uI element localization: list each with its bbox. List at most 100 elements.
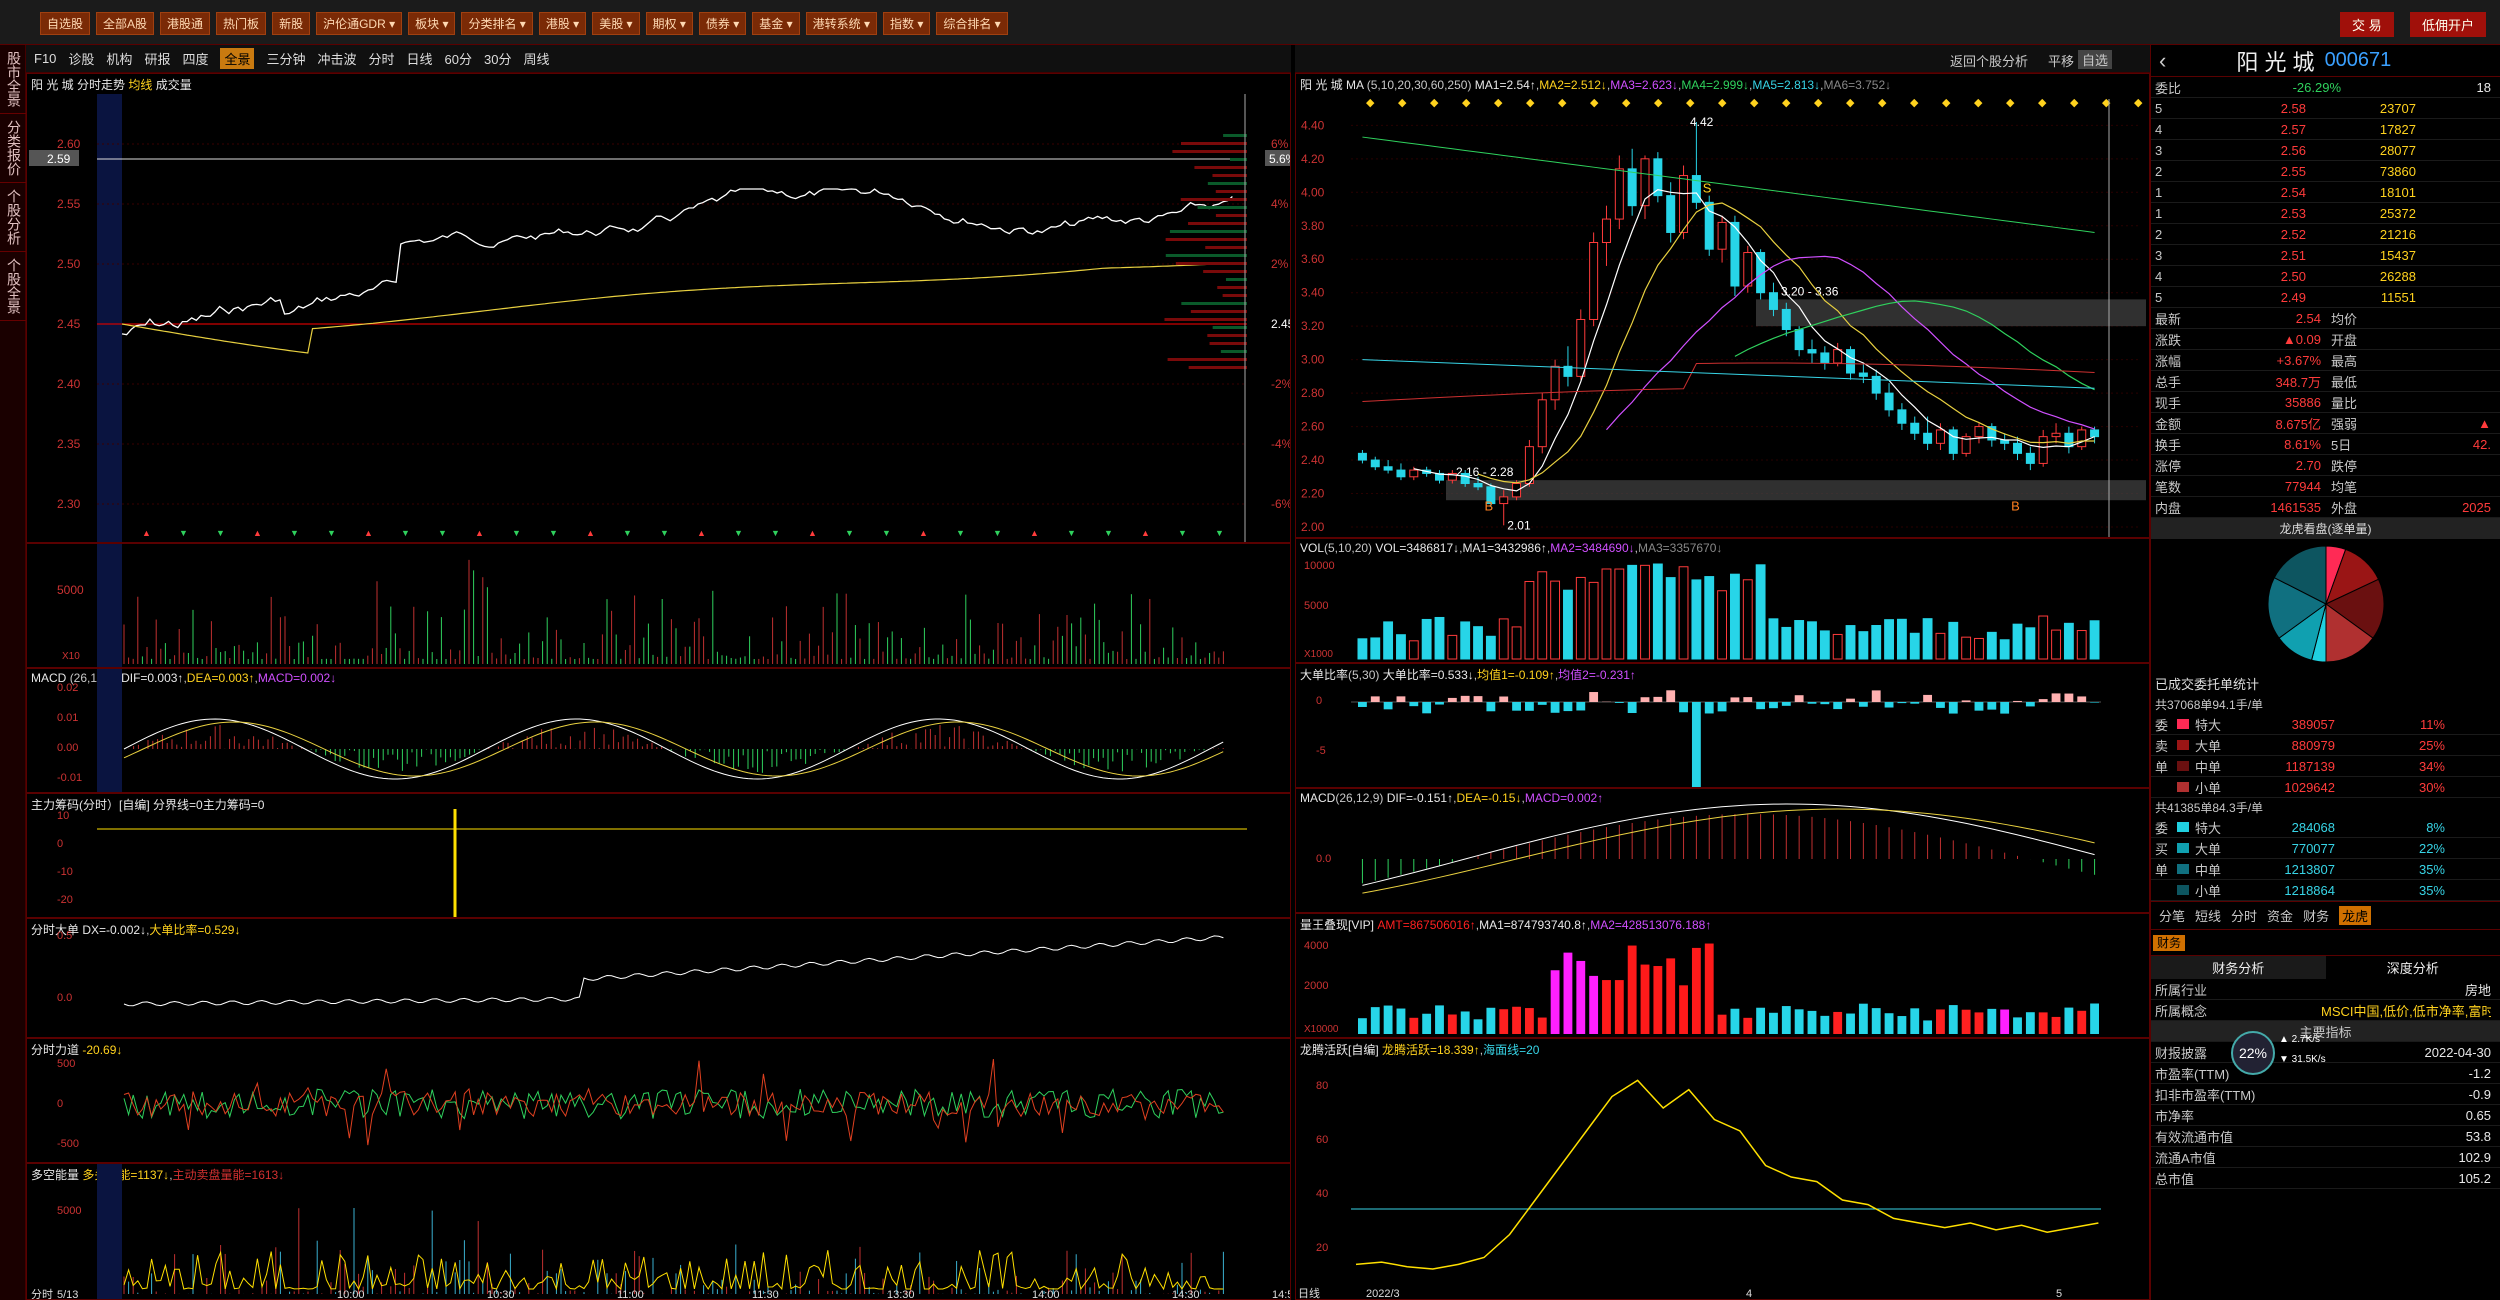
order-level: 1 [2155,205,2163,221]
net-speed-badge[interactable]: 22% [2231,1031,2275,1075]
menu-item[interactable]: 新股 [272,12,311,35]
order-row[interactable]: 1 2.54 18101 [2151,182,2500,203]
open-account-button[interactable]: 低佣开户 [2410,12,2487,37]
signal-marker: ▲ [253,528,262,538]
imacd-dea [123,721,1224,777]
menu-item[interactable]: 基金 ▾ [752,12,800,35]
finance-row: 市盈率(TTM) -1.2 [2151,1063,2500,1084]
menu-item[interactable]: 指数 ▾ [882,12,931,35]
toolbar-item[interactable]: 分时 [369,49,395,68]
menu-item[interactable]: 期权 ▾ [645,12,693,35]
kamt-bar [1614,980,1624,1034]
finance-tab[interactable]: 财务 [2153,935,2186,951]
toolbar-item[interactable]: 诊股 [68,49,94,68]
menu-item[interactable]: 全部A股 [96,12,155,35]
menu-item[interactable]: 债券 ▾ [698,12,747,35]
left-nav-item[interactable]: 分类报价 [0,114,28,183]
mf-tick: 0 [57,838,63,850]
time-tick: 14:30 [1172,1289,1200,1300]
imacd-tick: 0.01 [57,712,78,724]
order-volume: 21216 [2379,226,2416,242]
kbr-bar [1524,702,1534,711]
kvol-bar [1498,618,1509,660]
menu-item[interactable]: 板块 ▾ [408,12,456,35]
kamt-tick: 2000 [1304,980,1328,992]
toolbar-item[interactable]: 日线 [407,49,433,68]
candle-body [1396,469,1406,478]
signal-diamond: ◆ [2070,97,2079,109]
watchlist-dropdown[interactable]: 自选 [2078,50,2113,69]
kamt-bar [1833,1011,1843,1034]
big-order-chart: 0.5 0.0 [57,930,1224,1007]
finance-analysis-tab[interactable]: 财务分析 [2151,956,2326,979]
kbr-bar [1794,695,1804,702]
menu-item[interactable]: 美股 ▾ [592,12,640,35]
order-row[interactable]: 5 2.49 11551 [2151,287,2500,308]
left-nav-item[interactable]: 股市全景 [0,45,28,114]
order-row[interactable]: 3 2.56 28077 [2151,140,2500,161]
menu-item[interactable]: 综合排名 ▾ [936,12,1008,35]
stat-label: 最新 [2155,311,2182,327]
back-chevron-icon[interactable]: ‹ [2159,48,2166,74]
bo-line [123,935,1224,1007]
order-row[interactable]: 4 2.50 26288 [2151,266,2500,287]
toolbar-item[interactable]: 周线 [523,49,549,68]
order-row[interactable]: 2 2.52 21216 [2151,224,2500,245]
signal-diamond: ◆ [1494,97,1503,109]
kamt-bar [2090,1003,2099,1034]
left-nav-item[interactable]: 个股全景 [0,252,28,321]
kamt-bar [1460,1011,1470,1034]
quote-tab[interactable]: 资金 [2267,906,2293,925]
order-row[interactable]: 5 2.58 23707 [2151,98,2500,119]
menu-item[interactable]: 港转系统 ▾ [805,12,877,35]
menu-item[interactable]: 热门板 [216,12,267,35]
signal-diamond: ◆ [1750,97,1759,109]
candle-body [1614,168,1624,220]
kbr-bar [1910,702,1920,704]
toolbar-item[interactable]: 冲击波 [318,49,357,68]
order-row[interactable]: 3 2.51 15437 [2151,245,2500,266]
order-row[interactable]: 2 2.55 73860 [2151,161,2500,182]
pan-button[interactable]: 平移 [2048,51,2074,70]
quote-tab[interactable]: 龙虎 [2339,906,2372,925]
order-row[interactable]: 1 2.53 25372 [2151,203,2500,224]
imacd-tick: 0.00 [57,742,78,754]
order-row[interactable]: 4 2.57 17827 [2151,119,2500,140]
left-nav-item[interactable]: 个股分析 [0,183,28,252]
quote-tab[interactable]: 分时 [2231,906,2257,925]
menu-item[interactable]: 沪伦通GDR ▾ [316,12,403,35]
toolbar-item[interactable]: 四度 [182,49,208,68]
kbr-bar [2025,702,2035,707]
stat-label: 总手 [2155,374,2182,390]
menu-item[interactable]: 分类排名 ▾ [461,12,533,35]
toolbar-item[interactable]: 全景 [220,48,255,69]
profile-bar [1223,134,1247,137]
top-menu-bar: 自选股 全部A股 港股通 热门板 新股 沪伦通GDR ▾ 板块 ▾ 分类排名 ▾ 港股 ▾ 美股 … [0,0,2500,45]
toolbar-item[interactable]: 30分 [484,49,511,68]
toolbar-item[interactable]: 机构 [106,49,132,68]
quote-tab[interactable]: 短线 [2195,906,2221,925]
finance-value: 0.65 [2465,1107,2491,1123]
finance-label: 扣非市盈率(TTM) [2155,1087,2256,1103]
menu-item[interactable]: 自选股 [40,12,91,35]
menu-item[interactable]: 港股 ▾ [538,12,587,35]
toolbar-item[interactable]: F10 [34,51,56,66]
toolbar-item[interactable]: 研报 [144,49,170,68]
trade-button[interactable]: 交 易 [2340,12,2394,37]
toolbar-item[interactable]: 三分钟 [266,49,305,68]
kbr-tick: -5 [1316,745,1326,757]
kline-tick: 3.60 [1301,252,1325,266]
back-to-analysis-link[interactable]: 返回个股分析 [1950,51,2028,70]
toolbar-item[interactable]: 60分 [445,49,472,68]
quote-tab[interactable]: 财务 [2303,906,2329,925]
finance-value: 房地 [2464,982,2491,998]
signal-marker: ▼ [179,528,188,538]
deep-analysis-tab[interactable]: 深度分析 [2326,956,2500,979]
menu-item[interactable]: 港股通 [160,12,211,35]
quote-tab[interactable]: 分笔 [2159,906,2185,925]
quote-tabs: 分笔 短线 分时 资金 财务 龙虎 [2151,901,2500,930]
kbr-bar [1974,702,1984,711]
profile-bar [1220,350,1247,353]
kbr-bar [1884,702,1894,708]
stat-value: 8.675亿 [2275,416,2321,432]
